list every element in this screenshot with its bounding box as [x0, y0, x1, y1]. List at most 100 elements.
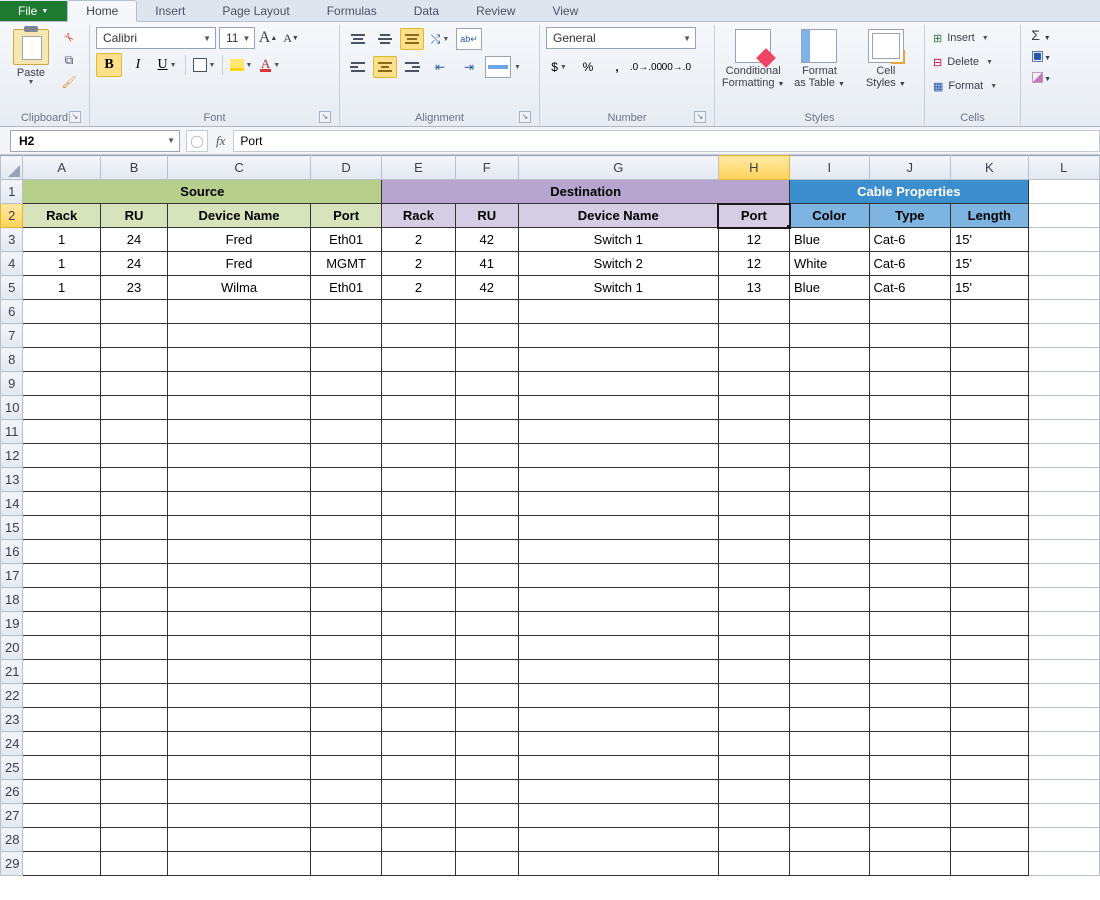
cell[interactable]: [382, 492, 455, 516]
cell[interactable]: [100, 588, 167, 612]
cell[interactable]: [951, 636, 1028, 660]
cell[interactable]: [869, 420, 951, 444]
cell[interactable]: [1028, 780, 1099, 804]
dialog-launcher-icon[interactable]: ↘: [69, 111, 81, 123]
cell[interactable]: [455, 588, 518, 612]
cell[interactable]: [23, 780, 100, 804]
cell[interactable]: [869, 564, 951, 588]
cell[interactable]: [518, 780, 718, 804]
row-header-22[interactable]: 22: [1, 684, 23, 708]
cell[interactable]: [168, 492, 311, 516]
cell[interactable]: [168, 300, 311, 324]
cell[interactable]: [718, 684, 789, 708]
cell[interactable]: [310, 372, 381, 396]
cell[interactable]: [310, 420, 381, 444]
row-header-17[interactable]: 17: [1, 564, 23, 588]
cell[interactable]: [23, 828, 100, 852]
cell[interactable]: 42: [455, 228, 518, 252]
cell[interactable]: [869, 492, 951, 516]
cell[interactable]: [718, 420, 789, 444]
cell[interactable]: 2: [382, 228, 455, 252]
header-cable-properties[interactable]: Cable Properties: [790, 180, 1029, 204]
grow-font-button[interactable]: A▲: [258, 27, 278, 49]
cell[interactable]: [455, 540, 518, 564]
cell[interactable]: [718, 732, 789, 756]
cell[interactable]: [869, 780, 951, 804]
cell[interactable]: [168, 588, 311, 612]
grid[interactable]: A B C D E F G H I J K L 1SourceDestinati…: [0, 155, 1100, 876]
cell[interactable]: [455, 636, 518, 660]
cell[interactable]: White: [790, 252, 870, 276]
row-header-8[interactable]: 8: [1, 348, 23, 372]
cell[interactable]: [518, 492, 718, 516]
cell[interactable]: [951, 396, 1028, 420]
row-header-24[interactable]: 24: [1, 732, 23, 756]
cell[interactable]: 13: [718, 276, 789, 300]
cell[interactable]: [869, 348, 951, 372]
cell[interactable]: [951, 564, 1028, 588]
cell[interactable]: [455, 348, 518, 372]
cell[interactable]: [100, 372, 167, 396]
cell[interactable]: [518, 372, 718, 396]
cell[interactable]: [1028, 804, 1099, 828]
cancel-formula-button[interactable]: ◯: [186, 130, 208, 152]
cell[interactable]: [100, 660, 167, 684]
delete-cells-button[interactable]: ⊟ Delete▼: [931, 51, 999, 73]
cell[interactable]: [790, 300, 870, 324]
row-header-1[interactable]: 1: [1, 180, 23, 204]
cell[interactable]: [168, 540, 311, 564]
cell[interactable]: [23, 660, 100, 684]
cell[interactable]: [718, 852, 789, 876]
cell[interactable]: [718, 516, 789, 540]
cell[interactable]: [1028, 348, 1099, 372]
cut-button[interactable]: ✂: [58, 29, 80, 47]
cell[interactable]: [790, 396, 870, 420]
tab-page-layout[interactable]: Page Layout: [204, 1, 308, 21]
dialog-launcher-icon[interactable]: ↘: [694, 111, 706, 123]
col-header-J[interactable]: J: [869, 156, 951, 180]
cell[interactable]: [869, 612, 951, 636]
header-destination[interactable]: Destination: [382, 180, 790, 204]
cell[interactable]: [382, 852, 455, 876]
tab-review[interactable]: Review: [458, 1, 534, 21]
autosum-button[interactable]: Σ ▼: [1031, 27, 1050, 43]
cell[interactable]: [23, 564, 100, 588]
cell[interactable]: [518, 804, 718, 828]
row-header-7[interactable]: 7: [1, 324, 23, 348]
cell[interactable]: [1028, 396, 1099, 420]
cell[interactable]: [168, 396, 311, 420]
cell[interactable]: [23, 540, 100, 564]
col-header-A[interactable]: A: [23, 156, 100, 180]
cell[interactable]: [100, 684, 167, 708]
row-header-11[interactable]: 11: [1, 420, 23, 444]
cell[interactable]: [1028, 516, 1099, 540]
cell[interactable]: [455, 780, 518, 804]
cell[interactable]: [951, 804, 1028, 828]
cell[interactable]: Blue: [790, 228, 870, 252]
cell[interactable]: [100, 516, 167, 540]
cell[interactable]: [23, 420, 100, 444]
cell[interactable]: [168, 372, 311, 396]
increase-indent-button[interactable]: ⇥: [456, 55, 482, 79]
cell[interactable]: [790, 828, 870, 852]
cell[interactable]: [951, 540, 1028, 564]
cell[interactable]: [1028, 588, 1099, 612]
cell[interactable]: [310, 588, 381, 612]
tab-view[interactable]: View: [534, 1, 597, 21]
cell[interactable]: [310, 852, 381, 876]
subheader-length[interactable]: Length: [951, 204, 1028, 228]
cell[interactable]: Eth01: [310, 276, 381, 300]
cell[interactable]: [455, 516, 518, 540]
fill-color-button[interactable]: ▼: [228, 53, 254, 77]
cell[interactable]: [382, 372, 455, 396]
cell[interactable]: [23, 732, 100, 756]
cell[interactable]: [518, 684, 718, 708]
align-middle-button[interactable]: [373, 28, 397, 50]
cell[interactable]: [518, 660, 718, 684]
cell[interactable]: Cat-6: [869, 228, 951, 252]
cell[interactable]: [869, 636, 951, 660]
cell[interactable]: [382, 516, 455, 540]
cell[interactable]: [790, 684, 870, 708]
align-right-button[interactable]: [400, 56, 424, 78]
cell[interactable]: [790, 468, 870, 492]
